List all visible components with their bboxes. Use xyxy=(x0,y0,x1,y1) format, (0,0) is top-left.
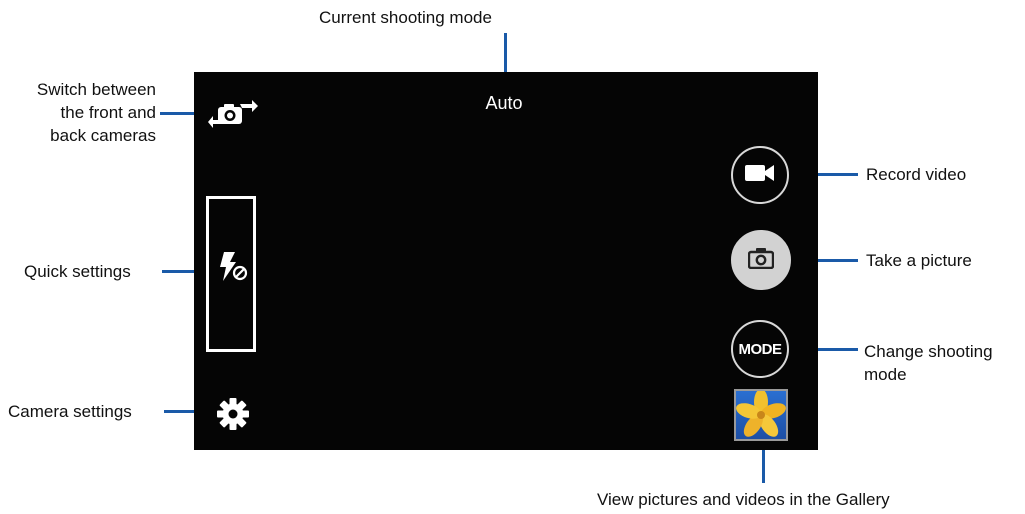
flash-off-icon[interactable] xyxy=(215,249,251,285)
gallery-flower-image xyxy=(736,391,786,439)
camera-viewfinder[interactable]: Auto MODE xyxy=(194,72,818,450)
current-shooting-mode: Auto xyxy=(485,93,523,113)
gallery-thumbnail[interactable] xyxy=(734,389,788,441)
gear-icon[interactable] xyxy=(216,397,250,431)
leader-switch-camera xyxy=(160,112,198,115)
record-video-button[interactable] xyxy=(731,146,789,204)
callout-current-shooting-mode: Current shooting mode xyxy=(319,8,492,27)
callout-gallery: View pictures and videos in the Gallery xyxy=(597,490,890,509)
callout-camera-settings: Camera settings xyxy=(8,402,132,421)
callout-switch-camera: Switch between the front and back camera… xyxy=(0,78,156,147)
callout-quick-settings: Quick settings xyxy=(24,262,131,281)
switch-camera-icon[interactable] xyxy=(208,94,258,130)
callout-switch-camera-line3: back cameras xyxy=(50,126,156,145)
callout-record-video: Record video xyxy=(866,165,967,184)
take-picture-button[interactable] xyxy=(731,230,791,290)
mode-button[interactable]: MODE xyxy=(731,320,789,378)
callout-switch-camera-line2: the front and xyxy=(60,103,156,122)
callout-switch-camera-line1: Switch between xyxy=(36,80,156,99)
quick-settings-panel[interactable] xyxy=(206,196,256,352)
callout-change-mode-line1: Change shooting xyxy=(864,342,993,361)
callout-take-picture: Take a picture xyxy=(866,251,972,270)
camera-icon xyxy=(747,247,775,274)
video-camera-icon xyxy=(745,164,775,187)
mode-button-label: MODE xyxy=(738,340,783,358)
callout-change-mode-line2: mode xyxy=(864,365,907,384)
callout-change-shooting-mode: Change shooting mode xyxy=(864,340,993,386)
